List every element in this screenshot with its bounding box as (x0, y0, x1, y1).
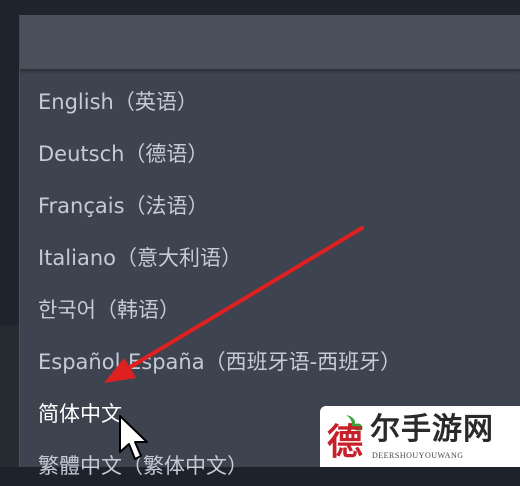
site-watermark: 德 尔手游网 DEERSHOUYOUWANG (320, 406, 520, 467)
language-dropdown[interactable]: English（英语） Deutsch（德语） Français（法语） Ita… (19, 15, 520, 478)
language-option-korean[interactable]: 한국어（韩语） (38, 290, 508, 330)
site-logo-char: 德 (327, 422, 363, 458)
site-watermark-title: 尔手游网 (370, 412, 494, 447)
window-background-top (0, 0, 520, 16)
dropdown-header[interactable] (20, 15, 520, 70)
language-option-italian[interactable]: Italiano（意大利语） (38, 238, 508, 278)
mouse-pointer-icon (119, 415, 148, 460)
site-logo-icon: 德 (327, 415, 363, 458)
site-watermark-subtitle: DEERSHOUYOUWANG (372, 451, 464, 460)
language-option-german[interactable]: Deutsch（德语） (38, 134, 508, 174)
language-option-spanish-spain[interactable]: Español-España（西班牙语-西班牙） (38, 342, 508, 382)
language-option-english[interactable]: English（英语） (38, 82, 508, 122)
language-option-french[interactable]: Français（法语） (38, 186, 508, 226)
window-background-left-lower (0, 325, 20, 467)
